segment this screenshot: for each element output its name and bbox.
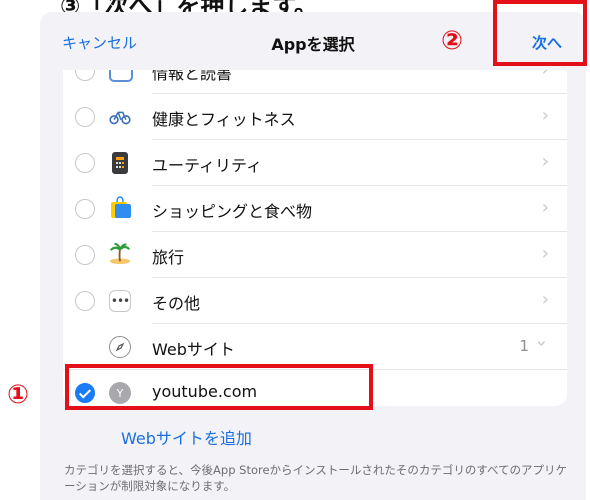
category-row-news-reading[interactable]: 情報と読書 › (63, 70, 567, 94)
chevron-right-icon: › (541, 105, 549, 126)
background-strip (0, 0, 40, 500)
category-row-utilities[interactable]: ユーティリティ › (63, 140, 567, 186)
app-selection-sheet: キャンセル Appを選択 次へ 情報と読書 › 健康とフィットネス › (40, 12, 586, 500)
radio-button[interactable] (75, 245, 95, 265)
category-label: その他 (152, 294, 201, 313)
compass-icon (109, 336, 131, 358)
chevron-right-icon: › (541, 289, 549, 310)
category-row-health-fitness[interactable]: 健康とフィットネス › (63, 94, 567, 140)
category-row-other[interactable]: ••• その他 › (63, 278, 567, 324)
chevron-down-icon[interactable]: › (531, 340, 552, 347)
chevron-right-icon: › (542, 70, 549, 80)
step-marker-1: ① (7, 380, 30, 410)
radio-button[interactable] (75, 153, 95, 173)
category-label: 健康とフィットネス (152, 110, 296, 129)
radio-button[interactable] (75, 107, 95, 127)
bicycle-icon (109, 106, 131, 128)
palm-tree-icon (109, 242, 131, 264)
chevron-right-icon: › (541, 243, 549, 264)
calculator-icon (112, 152, 128, 174)
websites-count: 1 (519, 337, 529, 355)
add-website-button[interactable]: Webサイトを追加 (121, 425, 252, 449)
category-list: 情報と読書 › 健康とフィットネス › ユーティリティ › (63, 70, 567, 406)
category-label: 旅行 (152, 248, 185, 267)
category-label: ユーティリティ (152, 156, 263, 175)
category-row-shopping-food[interactable]: ショッピングと食べ物 › (63, 186, 567, 232)
radio-button[interactable] (75, 291, 95, 311)
category-row-travel[interactable]: 旅行 › (63, 232, 567, 278)
highlight-box-youtube (65, 364, 373, 410)
step-marker-2: ② (441, 26, 464, 56)
chevron-right-icon: › (541, 197, 549, 218)
footer-note: カテゴリを選択すると、今後App Storeからインストールされたそのカテゴリの… (64, 463, 568, 493)
chevron-right-icon: › (541, 151, 549, 172)
websites-label: Webサイト (152, 340, 235, 359)
shopping-bag-icon (109, 196, 131, 218)
radio-button[interactable] (75, 199, 95, 219)
newspaper-icon (109, 70, 133, 82)
category-label: ショッピングと食べ物 (152, 202, 313, 221)
highlight-box-next (493, 0, 587, 66)
ellipsis-icon: ••• (109, 290, 131, 312)
radio-button[interactable] (75, 70, 95, 81)
category-label: 情報と読書 (152, 70, 233, 83)
